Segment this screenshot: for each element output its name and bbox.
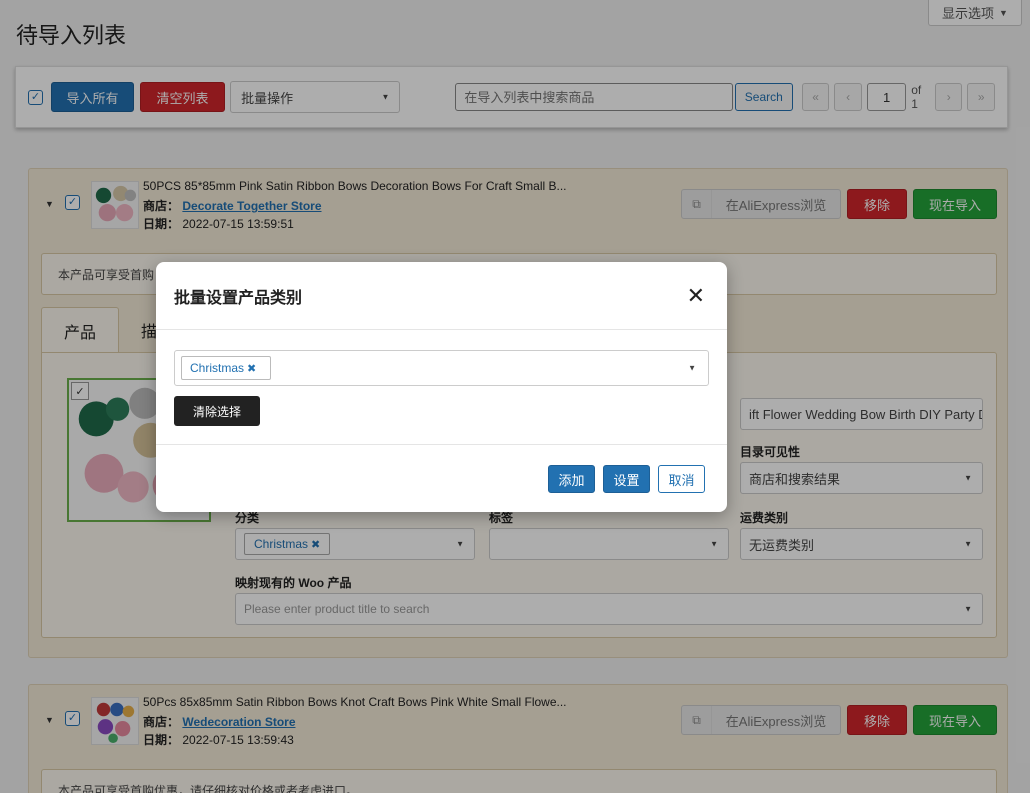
close-icon[interactable]: ✕ <box>687 283 705 309</box>
remove-tag-icon[interactable]: ✖ <box>247 362 256 375</box>
import-list-page: 待导入列表 显示选项 ▼ ✓ 导入所有 清空列表 批量操作 ▼ Search «… <box>0 0 1030 793</box>
category-multiselect[interactable]: Christmas ✖ ▼ <box>174 350 709 386</box>
cancel-button[interactable]: 取消 <box>658 465 705 493</box>
bulk-category-modal: 批量设置产品类别 ✕ Christmas ✖ ▼ 清除选择 添加 设置 取消 <box>156 262 727 512</box>
modal-title: 批量设置产品类别 <box>174 289 303 307</box>
set-button[interactable]: 设置 <box>603 465 650 493</box>
modal-footer: 添加 设置 取消 <box>156 445 727 512</box>
add-button[interactable]: 添加 <box>548 465 595 493</box>
modal-body: Christmas ✖ ▼ 清除选择 <box>156 330 727 445</box>
clear-selection-button[interactable]: 清除选择 <box>174 396 261 426</box>
caret-down-icon: ▼ <box>688 363 696 373</box>
modal-actions: 添加 设置 取消 <box>548 465 705 493</box>
selected-category-tag: Christmas ✖ <box>181 356 271 380</box>
selected-category-label: Christmas <box>190 361 245 375</box>
modal-header: 批量设置产品类别 ✕ <box>156 262 727 330</box>
